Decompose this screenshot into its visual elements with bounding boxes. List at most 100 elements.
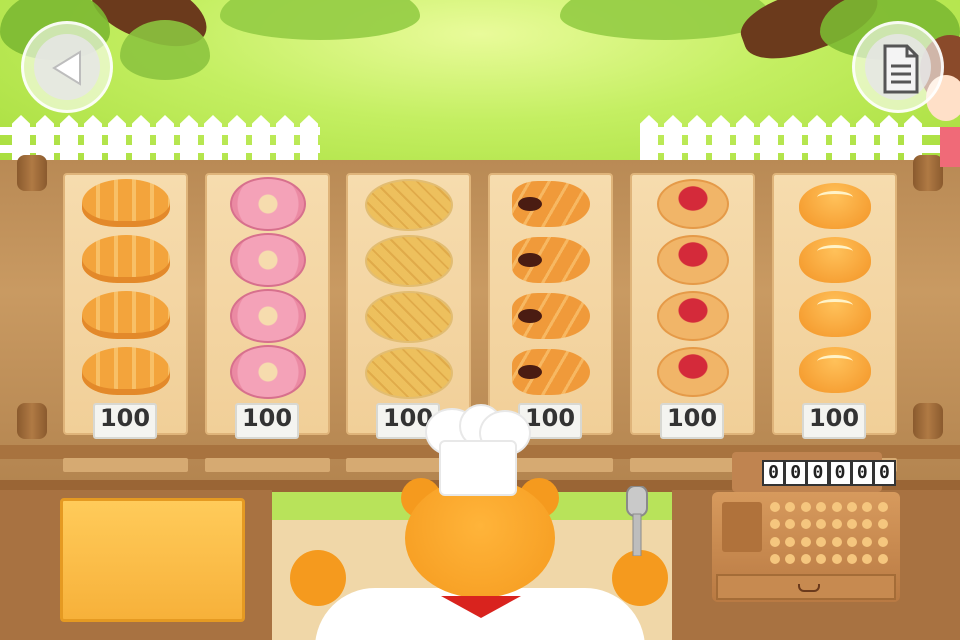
register-key[interactable] (862, 536, 873, 547)
tray-stand (63, 458, 188, 472)
price-tag-bun: 100 (802, 403, 866, 439)
donut-item[interactable] (229, 233, 306, 287)
register-key[interactable] (816, 519, 827, 530)
chocolate-cornet-item[interactable] (511, 181, 590, 227)
wooden-post (17, 155, 47, 191)
fence-picket (252, 115, 270, 163)
fence-picket (856, 115, 874, 163)
price-tag-donut: 100 (235, 403, 299, 439)
croissant-item[interactable] (81, 347, 170, 395)
fence-picket (60, 115, 78, 163)
price-value: 100 (99, 404, 151, 432)
tray-chocolate-cornet[interactable] (488, 173, 613, 435)
register-key[interactable] (770, 519, 780, 530)
register-key[interactable] (800, 502, 811, 512)
register-key[interactable] (831, 536, 842, 547)
tray-donut[interactable] (205, 173, 330, 435)
register-key[interactable] (770, 536, 780, 547)
register-display: 0 0 0 0 0 0 (762, 460, 896, 486)
melon-bread-item[interactable] (364, 291, 453, 343)
register-key[interactable] (862, 502, 873, 512)
tongs-tool[interactable] (623, 486, 651, 556)
chocolate-cornet-item[interactable] (511, 293, 590, 339)
chocolate-cornet-item[interactable] (511, 237, 590, 283)
donut-item[interactable] (229, 345, 306, 399)
register-key[interactable] (770, 502, 780, 512)
game-scene: 100 100 100 100 100 100 0 0 0 0 0 0 (0, 0, 960, 640)
bun-item[interactable] (798, 291, 871, 337)
jam-bread-item[interactable] (656, 291, 729, 341)
register-key[interactable] (831, 502, 842, 512)
fence-picket (180, 115, 198, 163)
fence-right (640, 105, 960, 163)
fence-picket (228, 115, 246, 163)
price-value: 100 (241, 404, 293, 432)
register-key[interactable] (785, 553, 796, 564)
register-key[interactable] (862, 553, 873, 564)
wooden-post (913, 403, 943, 439)
register-key[interactable] (831, 519, 842, 530)
register-key[interactable] (816, 553, 827, 564)
register-key[interactable] (785, 536, 796, 547)
menu-button[interactable] (852, 21, 944, 113)
register-key[interactable] (816, 502, 827, 512)
croissant-item[interactable] (81, 179, 170, 227)
fence-picket (204, 115, 222, 163)
register-key[interactable] (846, 502, 857, 512)
register-key[interactable] (877, 502, 888, 512)
bun-item[interactable] (798, 183, 871, 229)
register-key[interactable] (800, 553, 811, 564)
donut-item[interactable] (229, 177, 306, 231)
jam-bread-item[interactable] (656, 235, 729, 285)
fence-picket (640, 115, 658, 163)
register-key[interactable] (862, 519, 873, 530)
register-key[interactable] (831, 553, 842, 564)
tray-melon-bread[interactable] (346, 173, 471, 435)
register-key[interactable] (785, 519, 796, 530)
register-key[interactable] (785, 502, 796, 512)
register-key[interactable] (877, 536, 888, 547)
bun-item[interactable] (798, 347, 871, 393)
price-tag-croissant: 100 (93, 403, 157, 439)
fence-picket (300, 115, 318, 163)
register-key[interactable] (877, 553, 888, 564)
croissant-item[interactable] (81, 235, 170, 283)
jam-bread-item[interactable] (656, 179, 729, 229)
fence-picket (736, 115, 754, 163)
fence-picket (132, 115, 150, 163)
register-key[interactable] (800, 519, 811, 530)
register-key[interactable] (846, 536, 857, 547)
melon-bread-item[interactable] (364, 179, 453, 231)
register-display-housing: 0 0 0 0 0 0 (732, 452, 896, 492)
register-digit: 0 (830, 462, 850, 484)
chocolate-cornet-item[interactable] (511, 349, 590, 395)
serving-board[interactable] (60, 498, 245, 622)
back-button[interactable] (21, 21, 113, 113)
register-key[interactable] (877, 519, 888, 530)
register-key[interactable] (816, 536, 827, 547)
register-digit: 0 (808, 462, 828, 484)
tray-stand (205, 458, 330, 472)
register-digit: 0 (764, 462, 783, 484)
register-digit: 0 (786, 462, 806, 484)
document-icon (883, 44, 919, 94)
fence-picket (784, 115, 802, 163)
register-keypad[interactable] (770, 502, 890, 568)
melon-bread-item[interactable] (364, 347, 453, 399)
donut-item[interactable] (229, 289, 306, 343)
register-key[interactable] (800, 536, 811, 547)
cash-drawer[interactable] (716, 574, 896, 600)
croissant-item[interactable] (81, 291, 170, 339)
tray-bun[interactable] (772, 173, 897, 435)
chef-bear-character (315, 404, 645, 640)
tray-croissant[interactable] (63, 173, 188, 435)
melon-bread-item[interactable] (364, 235, 453, 287)
tray-jam-bread[interactable] (630, 173, 755, 435)
fence-picket (156, 115, 174, 163)
register-key[interactable] (846, 553, 857, 564)
jam-bread-item[interactable] (656, 347, 729, 397)
fence-picket (832, 115, 850, 163)
register-key[interactable] (846, 519, 857, 530)
bun-item[interactable] (798, 237, 871, 283)
register-key[interactable] (770, 553, 780, 564)
